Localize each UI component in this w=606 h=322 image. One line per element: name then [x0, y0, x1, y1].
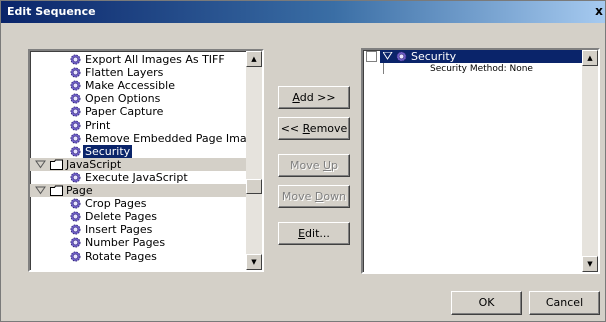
- sequence-item-security[interactable]: Security: [363, 50, 582, 63]
- scroll-up-arrow-icon[interactable]: ▲: [246, 51, 262, 67]
- tree-group-row[interactable]: JavaScript: [30, 157, 248, 171]
- gear-icon: [70, 237, 81, 248]
- sequence-item-detail: Security Method: None: [430, 64, 533, 74]
- scroll-down-arrow-icon[interactable]: ▼: [246, 254, 262, 270]
- edit-sequence-dialog: Edit Sequence x Export All Images As TIF…: [0, 0, 606, 322]
- tree-group-label: Page: [66, 184, 93, 197]
- sequence-item-label: Security: [411, 50, 457, 63]
- tree-item-label: Print: [85, 118, 111, 132]
- edit-button[interactable]: Edit...: [278, 222, 350, 245]
- gear-icon: [70, 120, 81, 130]
- gear-icon: [396, 51, 407, 62]
- tree-item-row[interactable]: Flatten Layers: [30, 66, 248, 79]
- tree-item-label: Crop Pages: [85, 197, 147, 211]
- gear-icon: [70, 106, 81, 117]
- ok-button-label: OK: [478, 296, 495, 309]
- tree-item-row[interactable]: Open Options: [30, 92, 248, 105]
- remove-button-accel: R: [302, 122, 310, 135]
- gear-icon: [70, 133, 81, 144]
- scrollbar-thumb[interactable]: [246, 179, 262, 194]
- tree-item-label: Flatten Layers: [85, 66, 164, 80]
- tree-item-label: Remove Embedded Page Images: [85, 131, 264, 145]
- gear-icon: [70, 93, 81, 104]
- move-up-label-post: p: [331, 159, 339, 172]
- tree-item-row[interactable]: Paper Capture: [30, 105, 248, 118]
- sequence-list-scrollbar[interactable]: ▲ ▼: [582, 50, 598, 272]
- title-bar: Edit Sequence x: [1, 1, 605, 23]
- cancel-button[interactable]: Cancel: [529, 291, 600, 315]
- scroll-up-arrow-icon[interactable]: ▲: [582, 50, 598, 66]
- tree-item-label: Execute JavaScript: [85, 170, 188, 184]
- tree-item-row[interactable]: Delete Pages: [30, 210, 248, 223]
- tree-item-label: Security: [83, 144, 133, 158]
- sequence-item-tree-line: [383, 63, 384, 74]
- tree-group-row[interactable]: Page: [30, 184, 248, 197]
- move-down-button[interactable]: Move Down: [278, 185, 350, 208]
- gear-icon: [70, 80, 81, 91]
- folder-icon: [50, 159, 63, 170]
- gear-icon: [70, 198, 81, 209]
- scroll-down-arrow-icon[interactable]: ▼: [582, 256, 598, 272]
- tree-item-label: Open Options: [85, 92, 161, 106]
- tree-item-row[interactable]: Number Pages: [30, 236, 248, 249]
- tree-item-row[interactable]: Remove Embedded Page Images: [30, 132, 262, 145]
- move-down-label-pre: Move: [281, 190, 315, 203]
- remove-button-label-pre: <<: [280, 122, 303, 135]
- tree-item-row[interactable]: Make Accessible: [30, 79, 248, 92]
- gear-icon: [70, 54, 81, 65]
- tree-item-row[interactable]: Crop Pages: [30, 197, 248, 210]
- move-down-label-post: own: [323, 190, 347, 203]
- tree-item-row[interactable]: Export All Images As TIFF: [30, 53, 248, 66]
- tree-item-label: Delete Pages: [85, 210, 157, 224]
- add-button[interactable]: Add >>: [278, 86, 350, 109]
- add-button-accel: A: [292, 91, 300, 104]
- close-icon[interactable]: x: [593, 4, 605, 20]
- tree-item-label: Paper Capture: [85, 105, 164, 119]
- gear-icon: [70, 224, 81, 235]
- tree-item-label: Insert Pages: [85, 223, 153, 237]
- collapse-triangle-icon[interactable]: [35, 159, 46, 170]
- move-up-accel: U: [322, 159, 332, 172]
- dialog-title: Edit Sequence: [7, 5, 96, 18]
- tree-item-row[interactable]: Print: [30, 119, 248, 132]
- tree-item-label: Make Accessible: [85, 79, 175, 93]
- edit-button-label-post: dit...: [305, 227, 330, 240]
- gear-icon: [70, 67, 81, 78]
- tree-item-row[interactable]: Execute JavaScript: [30, 171, 248, 184]
- edit-button-accel: E: [298, 227, 306, 240]
- add-button-label-post: dd >>: [299, 91, 336, 104]
- cancel-button-label: Cancel: [545, 296, 584, 309]
- sequence-list[interactable]: Security Security Method: None ▲ ▼: [361, 48, 600, 274]
- move-up-label-pre: Move: [289, 159, 323, 172]
- remove-button[interactable]: << Remove: [278, 117, 350, 140]
- move-up-button[interactable]: Move Up: [278, 154, 350, 177]
- tree-item-row[interactable]: Rotate Pages: [30, 250, 248, 263]
- available-commands-tree[interactable]: Export All Images As TIFF Flatten Layers M…: [28, 49, 264, 272]
- gear-icon: [70, 211, 81, 222]
- tree-item-label: Number Pages: [85, 236, 166, 250]
- gear-icon: [70, 172, 81, 183]
- collapse-triangle-icon[interactable]: [35, 185, 46, 196]
- tree-item-label: Rotate Pages: [85, 249, 157, 263]
- tree-item-row[interactable]: Security: [30, 144, 248, 158]
- gear-icon: [70, 251, 81, 261]
- remove-button-label-post: emove: [309, 122, 348, 135]
- collapse-triangle-icon[interactable]: [383, 52, 393, 61]
- checkbox-icon[interactable]: [366, 51, 377, 62]
- gear-icon: [70, 146, 81, 157]
- tree-group-label: JavaScript: [66, 157, 122, 171]
- left-tree-scrollbar[interactable]: ▲ ▼: [246, 51, 262, 270]
- folder-icon: [50, 185, 63, 196]
- ok-button[interactable]: OK: [451, 291, 522, 315]
- tree-item-label: Export All Images As TIFF: [85, 53, 225, 66]
- tree-item-row[interactable]: Insert Pages: [30, 223, 248, 236]
